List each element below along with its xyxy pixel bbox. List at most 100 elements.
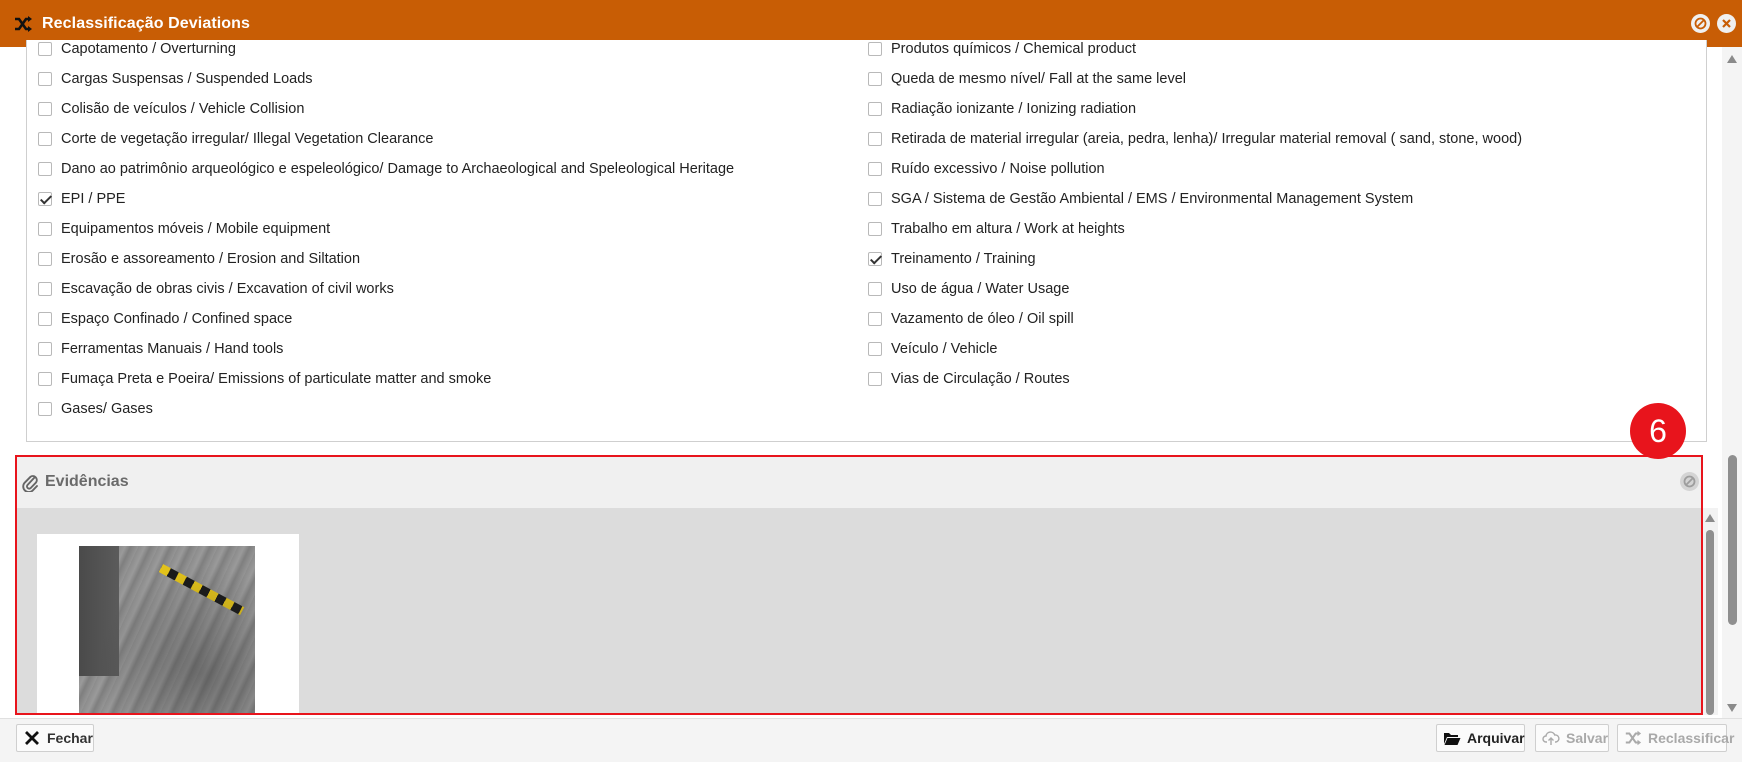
checkbox-label: Trabalho em altura / Work at heights: [891, 221, 1125, 237]
evidence-header: Evidências: [16, 455, 1702, 508]
checklist-item[interactable]: Uso de água / Water Usage: [868, 274, 1069, 304]
checklist-item[interactable]: Vazamento de óleo / Oil spill: [868, 304, 1074, 334]
reclassify-button-label: Reclassificar: [1648, 730, 1735, 746]
checkbox-label: Vazamento de óleo / Oil spill: [891, 311, 1074, 327]
checkbox[interactable]: [38, 312, 52, 326]
checkbox[interactable]: [38, 342, 52, 356]
evidence-section: Evidências: [16, 455, 1718, 715]
checkbox-label: Radiação ionizante / Ionizing radiation: [891, 101, 1137, 117]
window-scrollbar[interactable]: [1722, 47, 1742, 718]
checkbox-label: Fumaça Preta e Poeira/ Emissions of part…: [61, 371, 492, 387]
checkbox-label: Equipamentos móveis / Mobile equipment: [61, 221, 331, 237]
checkbox-label: Retirada de material irregular (areia, p…: [891, 131, 1523, 147]
checklist-item[interactable]: Retirada de material irregular (areia, p…: [868, 124, 1522, 154]
checkbox-label: Uso de água / Water Usage: [891, 281, 1070, 297]
checklist-item[interactable]: Ferramentas Manuais / Hand tools: [38, 334, 283, 364]
checklist-item[interactable]: Equipamentos móveis / Mobile equipment: [38, 214, 330, 244]
checklist-item[interactable]: Cargas Suspensas / Suspended Loads: [38, 64, 313, 94]
minimize-circle-icon[interactable]: [1691, 14, 1710, 33]
close-circle-icon[interactable]: [1680, 472, 1699, 491]
checkbox[interactable]: [38, 372, 52, 386]
checkbox[interactable]: [868, 312, 882, 326]
scroll-up-arrow-icon[interactable]: [1705, 514, 1715, 522]
checklist-item[interactable]: Fumaça Preta e Poeira/ Emissions of part…: [38, 364, 491, 394]
checklist-item[interactable]: Ruído excessivo / Noise pollution: [868, 154, 1105, 184]
checkbox[interactable]: [868, 102, 882, 116]
close-circle-icon[interactable]: [1717, 14, 1736, 33]
checkbox[interactable]: [868, 252, 882, 266]
scroll-up-arrow-icon[interactable]: [1727, 55, 1737, 63]
evidence-photo[interactable]: [79, 546, 255, 715]
checklist-item[interactable]: Veículo / Vehicle: [868, 334, 997, 364]
checklist-item[interactable]: Dano ao patrimônio arqueológico e espele…: [38, 154, 734, 184]
checkbox-label: Ruído excessivo / Noise pollution: [891, 161, 1105, 177]
checklist-item[interactable]: Erosão e assoreamento / Erosion and Silt…: [38, 244, 360, 274]
checkbox-label: Treinamento / Training: [891, 251, 1036, 267]
checklist-item[interactable]: Corte de vegetação irregular/ Illegal Ve…: [38, 124, 433, 154]
close-button[interactable]: Fechar: [16, 724, 94, 752]
checklist-item[interactable]: Capotamento / Overturning: [38, 34, 236, 64]
checkbox-label: EPI / PPE: [61, 191, 126, 207]
checkbox[interactable]: [38, 102, 52, 116]
scroll-down-arrow-icon[interactable]: [1727, 704, 1737, 712]
checkbox[interactable]: [868, 342, 882, 356]
checklist-item[interactable]: Escavação de obras civis / Excavation of…: [38, 274, 394, 304]
checklist-item[interactable]: SGA / Sistema de Gestão Ambiental / EMS …: [868, 184, 1413, 214]
checkbox[interactable]: [38, 162, 52, 176]
shuffle-icon: [13, 14, 33, 34]
evidence-thumbnail-card[interactable]: [37, 534, 299, 715]
checkbox-label: Veículo / Vehicle: [891, 341, 998, 357]
checkbox[interactable]: [38, 222, 52, 236]
checklist-item[interactable]: Produtos químicos / Chemical product: [868, 34, 1136, 64]
evidence-gallery: [16, 508, 1702, 715]
evidence-title: Evidências: [45, 472, 129, 490]
checkbox[interactable]: [868, 42, 882, 56]
folder-open-icon: [1443, 729, 1461, 747]
checklist-item[interactable]: Vias de Circulação / Routes: [868, 364, 1070, 394]
checklist-item[interactable]: Radiação ionizante / Ionizing radiation: [868, 94, 1136, 124]
checklist-item[interactable]: Treinamento / Training: [868, 244, 1036, 274]
cloud-upload-icon: [1542, 729, 1560, 747]
checklist-item[interactable]: Gases/ Gases: [38, 394, 153, 424]
checkbox[interactable]: [868, 192, 882, 206]
window-title: Reclassificação Deviations: [42, 14, 251, 32]
archive-button[interactable]: Arquivar: [1436, 724, 1525, 752]
checklist-item[interactable]: EPI / PPE: [38, 184, 125, 214]
checklist-item[interactable]: Queda de mesmo nível/ Fall at the same l…: [868, 64, 1186, 94]
checkbox[interactable]: [868, 372, 882, 386]
checkbox[interactable]: [868, 72, 882, 86]
checklist-item[interactable]: Trabalho em altura / Work at heights: [868, 214, 1125, 244]
checkbox-label: Produtos químicos / Chemical product: [891, 41, 1136, 57]
checkbox[interactable]: [38, 282, 52, 296]
scrollbar-thumb[interactable]: [1706, 530, 1714, 715]
archive-button-label: Arquivar: [1467, 730, 1525, 746]
checkbox[interactable]: [38, 72, 52, 86]
annotation-step-badge: 6: [1630, 403, 1686, 459]
reclassify-button[interactable]: Reclassificar: [1617, 724, 1734, 752]
checkbox[interactable]: [868, 162, 882, 176]
checkbox-label: Gases/ Gases: [61, 401, 153, 417]
checklist-item[interactable]: Espaço Confinado / Confined space: [38, 304, 292, 334]
checkbox[interactable]: [38, 252, 52, 266]
checkbox-label: Capotamento / Overturning: [61, 41, 236, 57]
checkbox[interactable]: [38, 192, 52, 206]
checkbox-label: Dano ao patrimônio arqueológico e espele…: [61, 161, 735, 177]
checkbox[interactable]: [38, 42, 52, 56]
category-checklist: Capotamento / Overturning Cargas Suspensa…: [26, 40, 1707, 442]
checkbox[interactable]: [868, 132, 882, 146]
checkbox-label: Corte de vegetação irregular/ Illegal Ve…: [61, 131, 434, 147]
paperclip-icon: [21, 472, 39, 492]
checkbox[interactable]: [38, 402, 52, 416]
checkbox-label: Escavação de obras civis / Excavation of…: [61, 281, 394, 297]
checkbox[interactable]: [868, 222, 882, 236]
evidence-scrollbar[interactable]: [1702, 508, 1718, 715]
save-button-label: Salvar: [1566, 730, 1609, 746]
checkbox[interactable]: [38, 132, 52, 146]
save-button[interactable]: Salvar: [1535, 724, 1609, 752]
checklist-item[interactable]: Colisão de veículos / Vehicle Collision: [38, 94, 304, 124]
checkbox-label: Ferramentas Manuais / Hand tools: [61, 341, 284, 357]
checkbox[interactable]: [868, 282, 882, 296]
scrollbar-thumb[interactable]: [1728, 455, 1737, 625]
checkbox-label: Vias de Circulação / Routes: [891, 371, 1070, 387]
checkbox-label: Cargas Suspensas / Suspended Loads: [61, 71, 313, 87]
